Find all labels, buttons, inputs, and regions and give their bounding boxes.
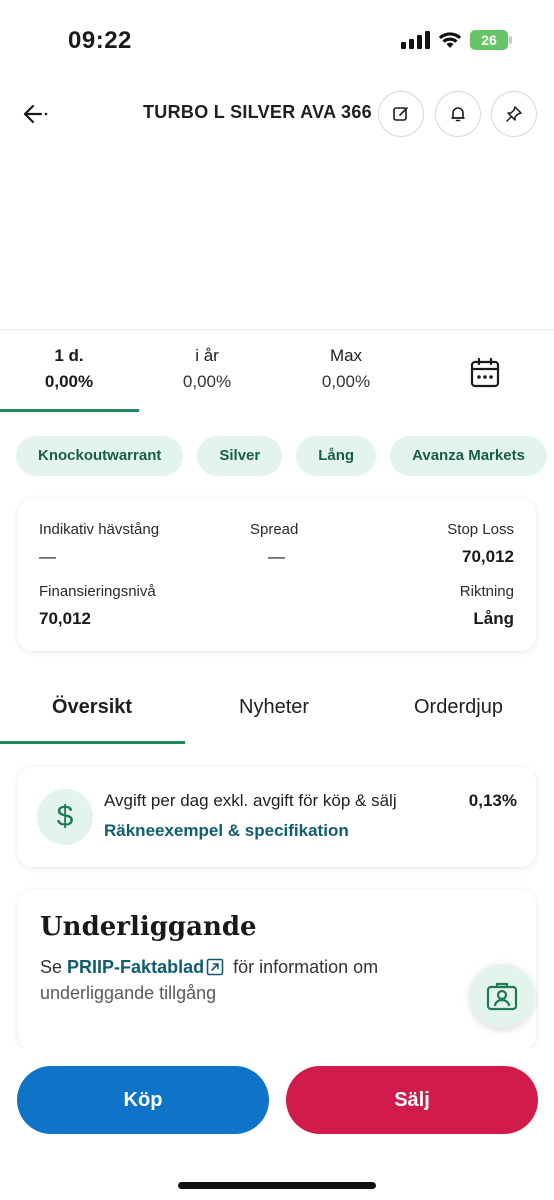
period-value: 0,00% (321, 372, 371, 391)
bottom-action-bar: Köp Sälj (0, 1048, 554, 1200)
edit-icon (393, 107, 408, 121)
direction-cell: Riktning Lång (460, 583, 514, 629)
direction-value: Lång (473, 609, 514, 628)
header: TURBO L SILVER AVA 366 (0, 86, 554, 142)
back-button[interactable] (16, 94, 56, 134)
financing-cell: Finansieringsnivå 70,012 (39, 583, 156, 629)
fee-card: $ Avgift per dag exkl. avgift för köp & … (18, 767, 536, 867)
chip-silver[interactable]: Silver (197, 436, 283, 476)
tab-oversikt[interactable]: Översikt (52, 696, 132, 719)
period-tab-ytd[interactable]: i år 0,00% (138, 346, 276, 392)
fee-value: 0,13% (468, 791, 517, 810)
spread-value: — (268, 547, 285, 566)
price-chart[interactable] (0, 150, 554, 330)
period-value: 0,00% (44, 372, 94, 391)
leverage-label: Indikativ hävstång (39, 521, 160, 538)
home-indicator (178, 1182, 376, 1189)
chip-lang[interactable]: Lång (296, 436, 377, 476)
calendar-button[interactable] (466, 354, 504, 392)
stoploss-label: Stop Loss (447, 521, 514, 538)
fee-title: Avgift per dag exkl. avgift för köp & sä… (104, 791, 397, 810)
period-label: i år (195, 346, 219, 365)
fee-example-link[interactable]: Räkneexempel & specifikation (104, 821, 349, 841)
underlying-title: Underliggande (40, 912, 257, 942)
underlying-prefix: Se (40, 957, 63, 977)
stoploss-cell: Stop Loss 70,012 (447, 521, 514, 567)
calendar-icon (470, 357, 500, 388)
period-tab-1d[interactable]: 1 d. 0,00% (0, 346, 138, 392)
buy-button[interactable]: Köp (17, 1066, 269, 1134)
pin-icon (506, 106, 522, 122)
tab-nyheter[interactable]: Nyheter (239, 696, 309, 719)
contact-fab[interactable] (470, 964, 534, 1028)
status-time: 09:22 (68, 27, 132, 54)
period-label: 1 d. (54, 346, 84, 365)
sell-button[interactable]: Sälj (286, 1066, 538, 1134)
wifi-icon (438, 32, 462, 48)
tag-chips: Knockoutwarrant Silver Lång Avanza Markets (16, 436, 554, 476)
battery-icon: 26 (470, 30, 512, 50)
underlying-text: Se PRIIP-Faktablad för information om un… (40, 954, 480, 1006)
spread-cell: Spread — (250, 521, 298, 567)
period-label: Max (329, 346, 363, 365)
instrument-info-card: Indikativ hävstång — Spread — Stop Loss … (18, 499, 536, 651)
cellular-signal-icon (401, 31, 430, 49)
period-value: 0,00% (182, 372, 232, 391)
period-tabs: 1 d. 0,00% i år 0,00% Max 0,00% (0, 332, 554, 414)
edit-button[interactable] (378, 91, 424, 137)
financing-label: Finansieringsnivå (39, 583, 156, 600)
status-icons: 26 (401, 30, 512, 50)
period-tab-max[interactable]: Max 0,00% (277, 346, 415, 392)
id-badge-icon (486, 982, 518, 1011)
tab-orderdjup[interactable]: Orderdjup (414, 696, 503, 719)
spread-label: Spread (250, 521, 299, 538)
underlying-suffix: underliggande tillgång (40, 983, 217, 1003)
stoploss-value: 70,012 (462, 547, 514, 566)
page-title: TURBO L SILVER AVA 366 (143, 102, 372, 122)
section-tabs: Översikt Nyheter Orderdjup (0, 678, 554, 744)
direction-label: Riktning (459, 583, 514, 600)
underlying-middle: för information om (233, 957, 379, 977)
leverage-value: — (39, 547, 56, 566)
section-tab-indicator (0, 741, 185, 744)
priip-factsheet-link[interactable]: PRIIP-Faktablad (67, 957, 204, 977)
notification-button[interactable] (435, 91, 481, 137)
pin-button[interactable] (491, 91, 537, 137)
status-bar: 09:22 26 (0, 0, 554, 80)
chip-avanza-markets[interactable]: Avanza Markets (390, 436, 547, 476)
period-tab-indicator (0, 409, 139, 412)
financing-value: 70,012 (39, 609, 91, 628)
leverage-cell: Indikativ hävstång — (39, 521, 159, 567)
underlying-card: Underliggande Se PRIIP-Faktablad för inf… (18, 890, 536, 1050)
chip-knockoutwarrant[interactable]: Knockoutwarrant (16, 436, 184, 476)
external-link-icon (206, 958, 224, 976)
dollar-icon: $ (37, 789, 93, 845)
back-arrow-icon (23, 104, 48, 124)
bell-icon (451, 107, 465, 122)
